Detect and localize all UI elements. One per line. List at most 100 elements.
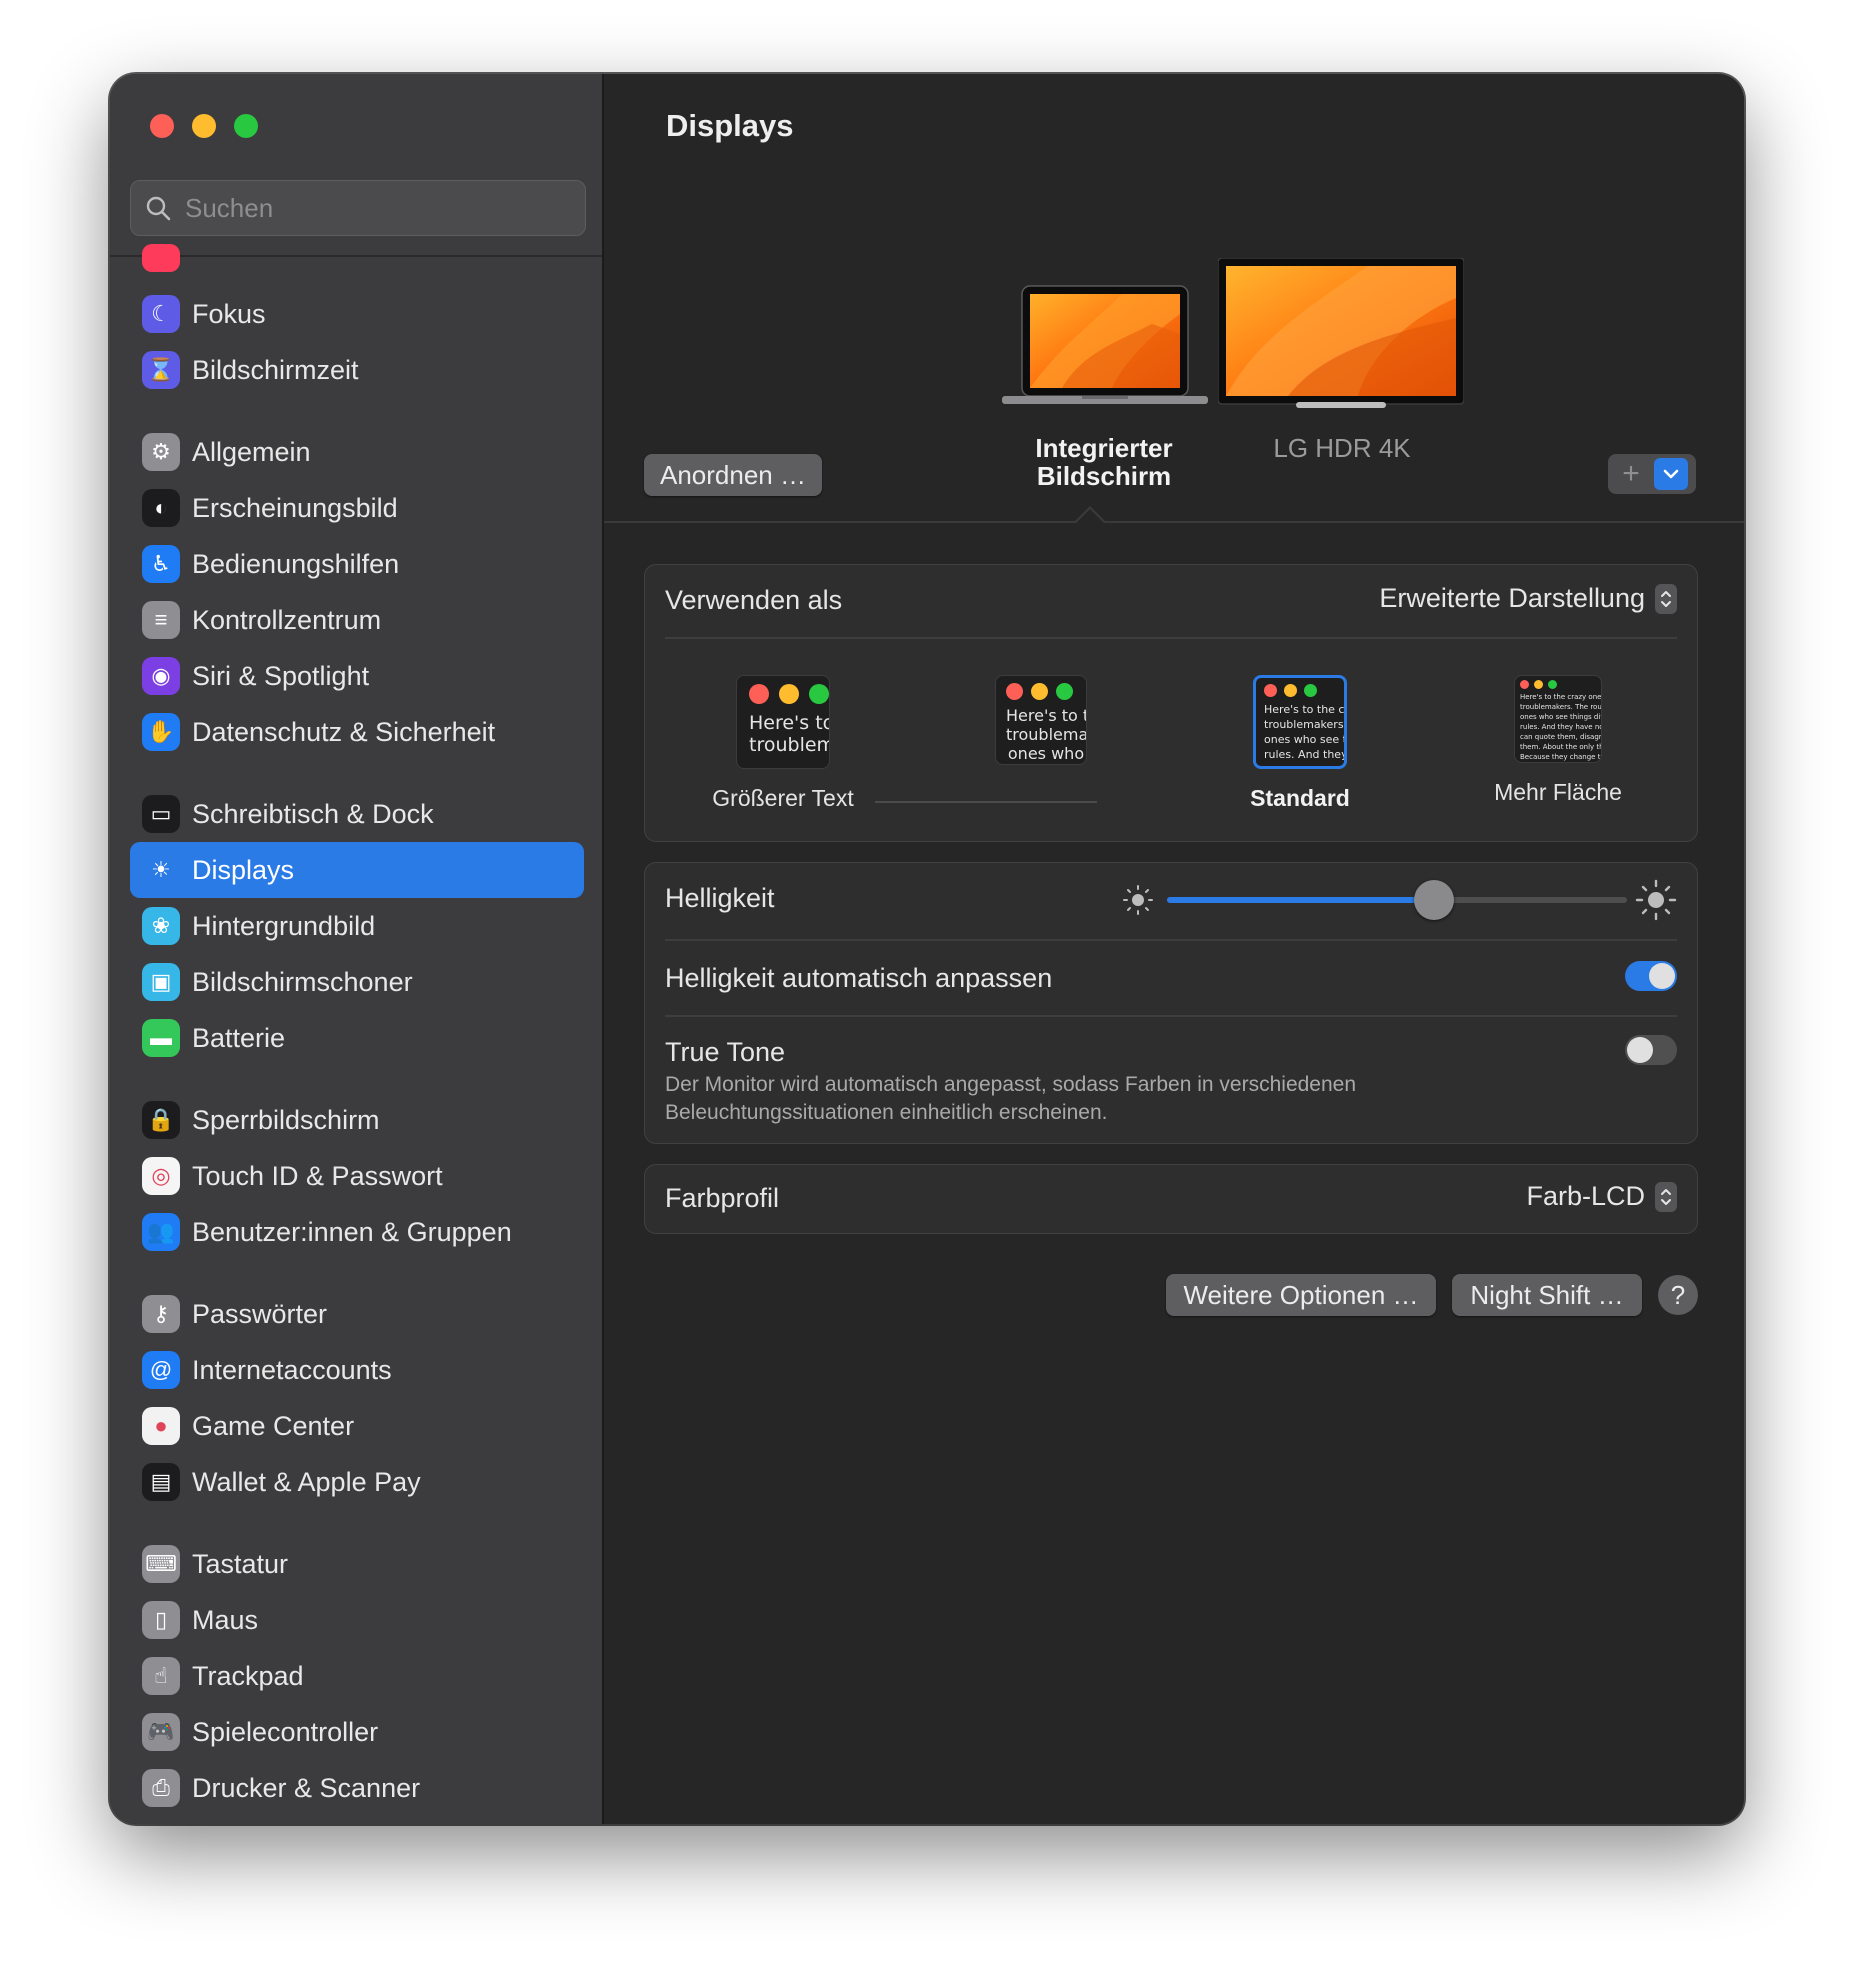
sidebar-item-drucker-scanner[interactable]: ⎙ Drucker & Scanner [130,1760,584,1816]
sidebar-item-partial[interactable] [130,244,584,286]
toggle-knob [1627,1037,1653,1063]
resolution-option-standard[interactable]: Here's to the cr troublemakers. ones who… [1200,675,1400,812]
sidebar-item-label: Trackpad [192,1660,304,1691]
sidebar-item-displays[interactable]: ☀ Displays [130,842,584,898]
sidebar-item-label: Maus [192,1604,259,1635]
trackpad-icon: ☝ [142,1657,180,1695]
sidebar-item-label: Benutzer:innen & Gruppen [192,1216,512,1247]
sidebar-item-touch-id-passwort[interactable]: ◎ Touch ID & Passwort [130,1148,584,1204]
true-tone-label: True Tone [665,1037,786,1067]
fingerprint-icon: ◎ [142,1157,180,1195]
battery-icon: ▬ [142,1019,180,1057]
sidebar-item-benutzer-innen-gruppen[interactable]: 👥 Benutzer:innen & Gruppen [130,1204,584,1260]
sidebar-item-batterie[interactable]: ▬ Batterie [130,1010,584,1066]
resolution-caption: Mehr Fläche [1494,779,1622,805]
sidebar-item-label: Erscheinungsbild [192,492,398,523]
sun-large-icon [1635,879,1677,921]
resolution-preview: Here's to t troublema ones who [995,675,1087,765]
gear-icon: ⚙ [142,433,180,471]
game-center-icon: ● [142,1407,180,1445]
use-as-popup[interactable]: Erweiterte Darstellung [1379,583,1677,614]
close-button[interactable] [150,114,174,138]
use-as-group: Verwenden als Erweiterte Darstellung Her… [644,564,1698,842]
resolution-caption: Größerer Text [712,785,854,811]
sidebar-item-label: Drucker & Scanner [192,1772,421,1803]
settings-window: Suchen ☾ Fokus ⌛ Bildschirmzeit ⚙ Allgemein ◐ E… [110,74,1744,1824]
display-label-builtin[interactable]: Integrierter Bildschirm [984,434,1224,490]
sidebar-divider [110,255,602,257]
arrange-button[interactable]: Anordnen … [644,454,822,496]
chevron-down-icon[interactable] [1654,458,1688,490]
auto-brightness-toggle[interactable] [1625,961,1677,991]
sidebar-item-label: Wallet & Apple Pay [192,1466,421,1497]
brightness-slider[interactable] [1167,880,1627,920]
siri-icon: ◉ [142,657,180,695]
sidebar-item-wallet-apple-pay[interactable]: ▤ Wallet & Apple Pay [130,1454,584,1510]
sidebar-item-internetaccounts[interactable]: @ Internetaccounts [130,1342,584,1398]
sidebar-item-datenschutz-sicherheit[interactable]: ✋ Datenschutz & Sicherheit [130,704,584,760]
printer-icon: ⎙ [142,1769,180,1807]
help-button[interactable]: ? [1658,1275,1698,1315]
sidebar-item-erscheinungsbild[interactable]: ◐ Erscheinungsbild [130,480,584,536]
resolution-option-more-space[interactable]: Here's to the crazy one troublemakers. T… [1458,675,1658,806]
brightness-slider-fill [1167,897,1434,903]
search-field[interactable]: Suchen [130,180,586,236]
sidebar-item-label: Allgemein [192,436,311,467]
sidebar: Suchen ☾ Fokus ⌛ Bildschirmzeit ⚙ Allgemein ◐ E… [110,74,604,1824]
resolution-option-larger-text[interactable]: Here's to troublem Größerer Text [683,675,883,812]
wallpaper-icon: ❀ [142,907,180,945]
sidebar-item-spielecontroller[interactable]: 🎮 Spielecontroller [130,1704,584,1760]
sidebar-item-siri-spotlight[interactable]: ◉ Siri & Spotlight [130,648,584,704]
brightness-slider-knob[interactable] [1413,880,1454,920]
color-profile-group: Farbprofil Farb-LCD [644,1164,1698,1234]
key-icon: ⚷ [142,1295,180,1333]
page-title: Displays [666,108,794,143]
lock-icon: 🔒 [142,1101,180,1139]
sidebar-item-label: Tastatur [192,1548,289,1579]
true-tone-description: Der Monitor wird automatisch angepasst, … [665,1073,1357,1124]
sidebar-list: ☾ Fokus ⌛ Bildschirmzeit ⚙ Allgemein ◐ Erschein… [130,244,584,1816]
control-center-icon: ≡ [142,601,180,639]
sidebar-item-trackpad[interactable]: ☝ Trackpad [130,1648,584,1704]
resolution-preview: Here's to troublem [736,675,830,769]
true-tone-toggle[interactable] [1625,1035,1677,1065]
sidebar-item-bedienungshilfen[interactable]: ♿ Bedienungshilfen [130,536,584,592]
hourglass-icon: ⌛ [142,351,180,389]
sidebar-item-hintergrundbild[interactable]: ❀ Hintergrundbild [130,898,584,954]
main-pane: Displays Integrierter Bildschirm LG HDR … [604,74,1744,1824]
sidebar-item-passwörter[interactable]: ⚷ Passwörter [130,1286,584,1342]
plus-icon[interactable]: + [1608,454,1654,494]
add-display-control[interactable]: + [1608,454,1696,494]
sidebar-item-schreibtisch-dock[interactable]: ▭ Schreibtisch & Dock [130,786,584,842]
minimize-button[interactable] [192,114,216,138]
sidebar-item-tastatur[interactable]: ⌨ Tastatur [130,1536,584,1592]
keyboard-icon: ⌨ [142,1545,180,1583]
header-divider [604,521,1744,523]
night-shift-button[interactable]: Night Shift … [1452,1274,1642,1316]
sidebar-item-bildschirmschoner[interactable]: ▣ Bildschirmschoner [130,954,584,1010]
sidebar-item-label: Batterie [192,1022,286,1053]
laptop-icon[interactable] [1002,284,1208,408]
sidebar-item-label: Bildschirmzeit [192,354,359,385]
sidebar-item-fokus[interactable]: ☾ Fokus [130,286,584,342]
sidebar-item-sperrbildschirm[interactable]: 🔒 Sperrbildschirm [130,1092,584,1148]
accessibility-icon: ♿ [142,545,180,583]
color-profile-popup[interactable]: Farb-LCD [1526,1181,1677,1212]
sidebar-item-label: Bedienungshilfen [192,548,400,579]
display-label-lg[interactable]: LG HDR 4K [1222,434,1462,462]
sidebar-item-game-center[interactable]: ● Game Center [130,1398,584,1454]
sidebar-item-label: Kontrollzentrum [192,604,382,635]
more-options-button[interactable]: Weitere Optionen … [1166,1274,1436,1316]
sidebar-item-label: Displays [192,854,295,885]
preview-text: Here's to the crazy one troublemakers. T… [1520,693,1601,761]
sidebar-item-bildschirmzeit[interactable]: ⌛ Bildschirmzeit [130,342,584,398]
updown-chevron-icon [1655,583,1677,614]
sidebar-item-allgemein[interactable]: ⚙ Allgemein [130,424,584,480]
sidebar-item-kontrollzentrum[interactable]: ≡ Kontrollzentrum [130,592,584,648]
sidebar-item-maus[interactable]: ▯ Maus [130,1592,584,1648]
monitor-icon[interactable] [1218,258,1464,410]
resolution-option-2[interactable]: Here's to t troublema ones who [875,675,1141,803]
zoom-button[interactable] [234,114,258,138]
